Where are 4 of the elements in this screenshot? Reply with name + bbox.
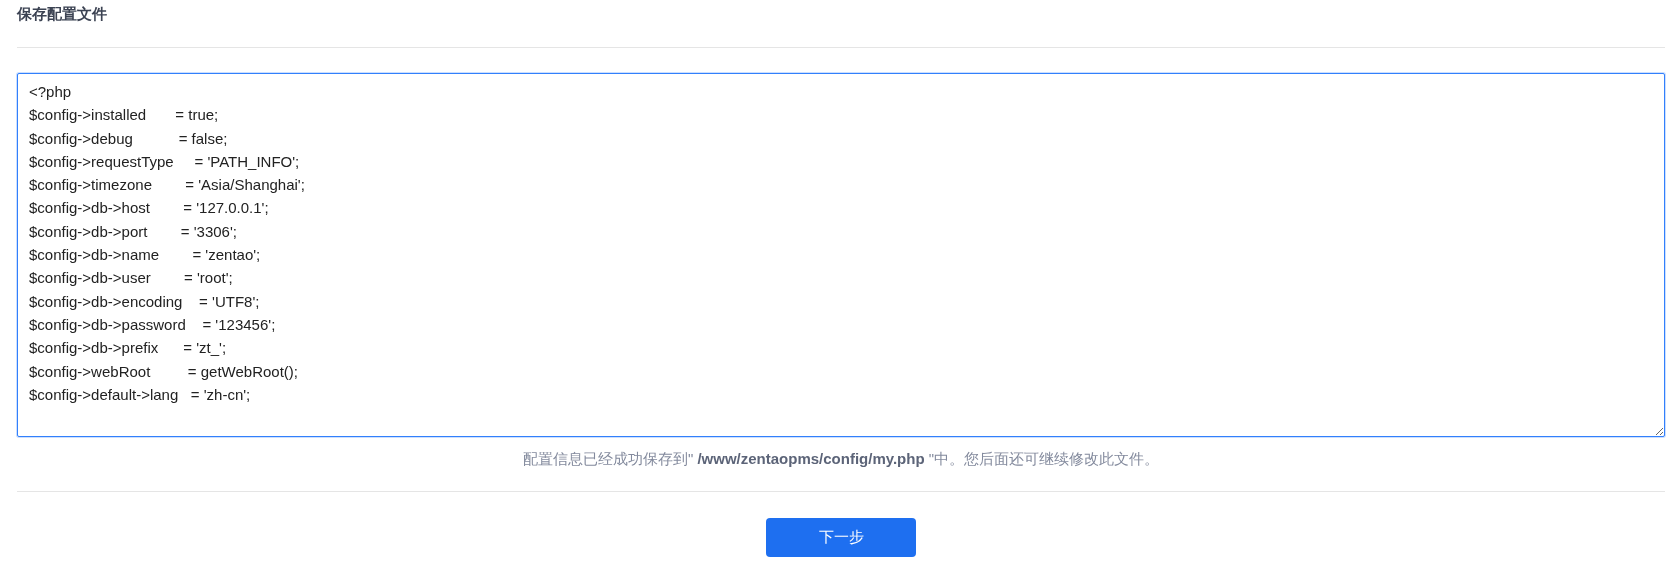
- next-button[interactable]: 下一步: [766, 518, 916, 557]
- page-title: 保存配置文件: [17, 4, 107, 24]
- saved-message: 配置信息已经成功保存到" /www/zentaopms/config/my.php "中。您后面还可继续修改此文件。: [522, 449, 1160, 469]
- config-textarea[interactable]: <?php $config->installed = true; $config->debug = false; $config->requestType = 'PATH_INFO'; $config->timezone = 'Asia/Shanghai'; $config->db->host = '127.0.0.1'; $config->db->port = '3306'; $config->db->name = 'zentao'; $config->db->user = 'root'; $config->db->encoding = 'UTF8'; $config->db->password = '123456'; $config->db->prefix = 'zt_'; $config->webRoot = getWebRoot(); $config->default->lang = 'zh-cn';: [17, 73, 1665, 437]
